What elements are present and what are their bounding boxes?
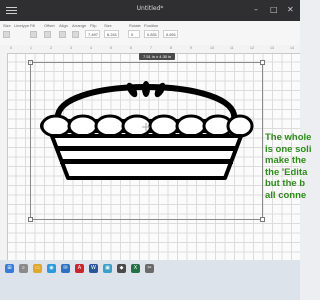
pie-tin-stripe [60,159,233,164]
ruler-tick: 9 [190,46,192,50]
annotation-line: all conne [265,189,307,201]
start-icon[interactable]: ⊞ [5,264,14,273]
pie-rim-scallops [40,114,254,138]
close-icon[interactable]: ✕ [287,4,294,16]
toolbar-label-fill: Fill [30,23,36,28]
ruler-tick: 11 [230,46,234,50]
photos-icon[interactable]: ▣ [103,264,112,273]
align-button[interactable] [59,31,66,38]
app-icon[interactable]: ◆ [117,264,126,273]
rotate-field[interactable]: 0 [128,30,140,38]
toolbar-label-position: Position [144,23,159,28]
arrange-button[interactable] [72,31,79,38]
pie-graphic[interactable] [30,62,263,220]
position-x-field[interactable]: 0.831 [144,30,159,38]
ruler-tick: 7 [150,46,152,50]
ruler-tick: 3 [70,46,72,50]
pie-tin [50,134,243,180]
offset-button[interactable] [44,31,51,38]
ruler-tick: 6 [130,46,132,50]
position-y-field[interactable]: 0.691 [163,30,178,38]
annotation-line: make the [265,155,307,166]
ruler-tick: 1 [30,46,32,50]
annotation-text: The whole is one soli make the the 'Edit… [265,132,320,201]
dimension-badge: 7.51 in x 4.30 in [139,53,176,60]
toolbar-label-size: Size [3,23,11,28]
annotation-line: the 'Edita [265,166,308,178]
toolbar-label-linetype: Linetype [14,23,30,28]
folder-icon[interactable]: ▭ [33,264,42,273]
browser-icon[interactable]: ◉ [47,264,56,273]
taskbar: ⊞ ⌕ ▭ ◉ ✉ A W ▣ ◆ X ✂ [0,260,300,300]
toolbar-label-size-2: Size [104,23,112,28]
linetype-swatch[interactable] [3,31,10,38]
maximize-icon[interactable]: □ [270,4,278,16]
toolbar-label-flip: Flip [90,23,97,28]
toolbar-label-arrange: Arrange [72,23,87,28]
cut-icon[interactable]: ✂ [145,264,154,273]
excel-icon[interactable]: X [131,264,140,273]
ruler-tick: 4 [90,46,92,50]
ruler-tick: 13 [270,46,274,50]
pie-vent [142,81,150,97]
annotation-line: The whole [265,132,312,143]
pie-tin-stripe [56,146,237,151]
toolbar-label-offset: Offset [44,23,55,28]
ruler-tick: 5 [110,46,112,50]
annotation-line: but the b [265,178,306,189]
mail-icon[interactable]: ✉ [61,264,70,273]
ruler-tick: 2 [50,46,52,50]
adobe-icon[interactable]: A [75,264,84,273]
ruler-tick: 12 [250,46,254,50]
search-icon[interactable]: ⌕ [19,264,28,273]
title-bar: Untitled* – □ ✕ [0,0,300,21]
height-field[interactable]: 6.241 [104,30,119,38]
fill-swatch[interactable] [30,31,37,38]
ruler-tick: 14 [290,46,294,50]
width-field[interactable]: 7.497 [85,30,100,38]
ruler-tick: 10 [210,46,214,50]
minimize-icon[interactable]: – [254,4,258,16]
vertical-ruler [0,53,8,260]
ruler-tick: 8 [170,46,172,50]
ruler-tick: 0 [10,46,12,50]
annotation-line: is one soli [265,143,312,155]
word-icon[interactable]: W [89,264,98,273]
toolbar-label-rotate: Rotate [129,23,141,28]
toolbar-label-align: Align [59,23,68,28]
edit-toolbar: Size Linetype Fill Offset Align Arrange … [0,21,300,46]
